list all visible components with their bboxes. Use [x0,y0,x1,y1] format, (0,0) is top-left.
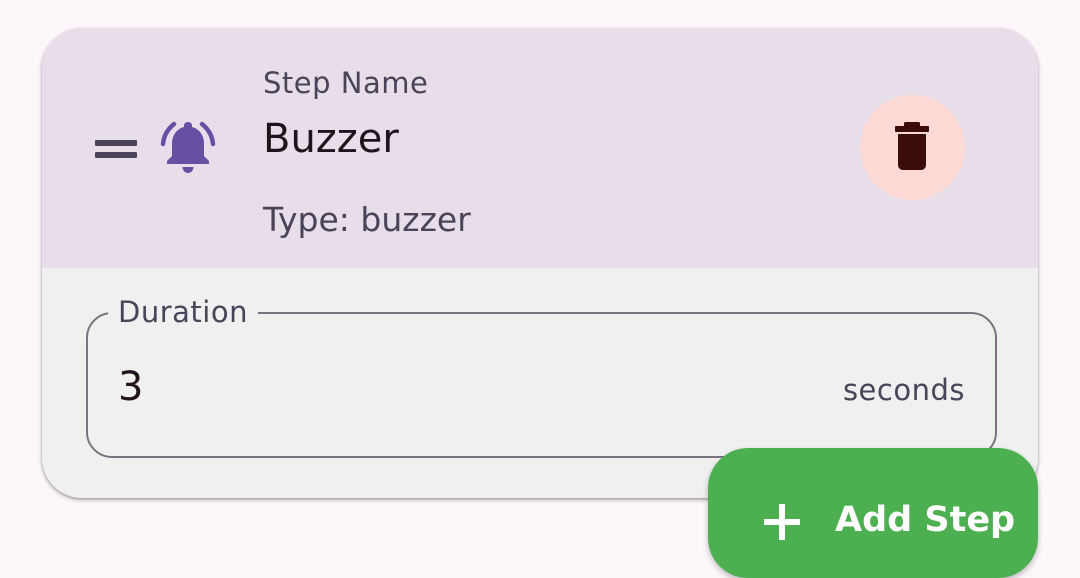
step-card: Step Name Buzzer Type: buzzer Duration 3… [42,28,1038,498]
drag-handle-icon[interactable] [93,136,139,160]
add-step-label: Add Step [835,500,1016,540]
step-type: Type: buzzer [263,200,471,239]
plus-icon [764,504,800,540]
delete-step-button[interactable] [860,95,965,200]
duration-field[interactable]: Duration 3 seconds [86,294,997,458]
step-name: Buzzer [263,116,399,162]
duration-suffix: seconds [842,373,965,407]
add-step-button[interactable]: Add Step [708,448,1038,578]
duration-label: Duration [108,294,258,330]
duration-input[interactable]: 3 [118,362,143,412]
bell-icon [160,121,216,173]
trash-icon [895,122,929,170]
step-card-header[interactable]: Step Name Buzzer Type: buzzer [42,28,1038,268]
step-name-label: Step Name [263,66,429,100]
